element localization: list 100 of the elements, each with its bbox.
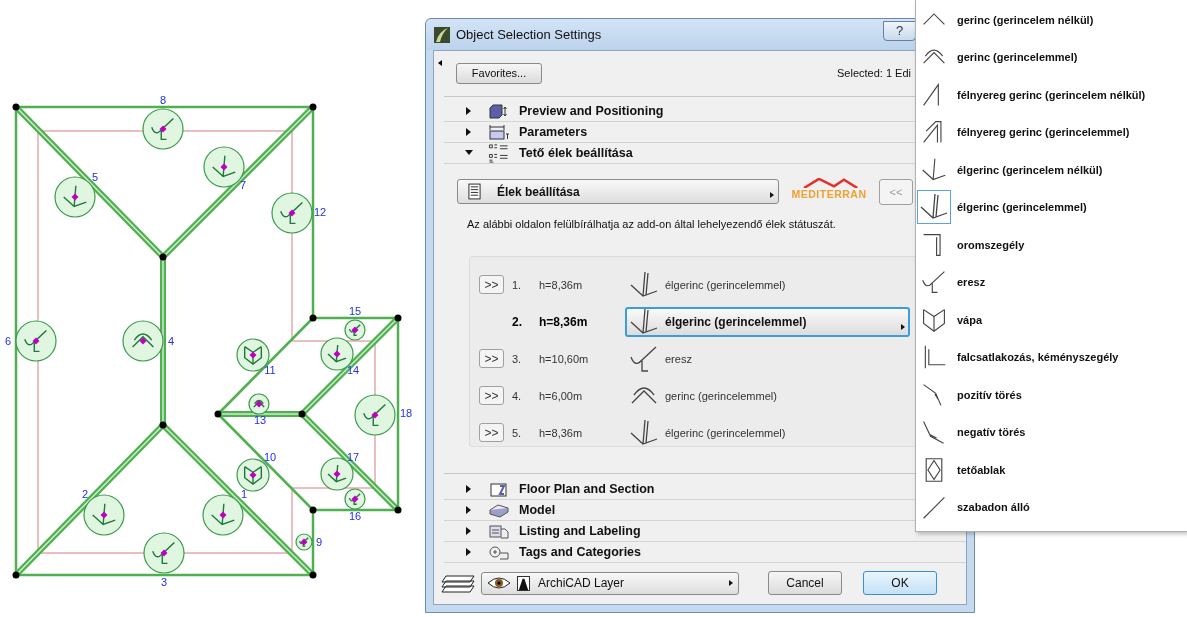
edge-number: 14 (346, 364, 360, 376)
section-header[interactable]: Model (519, 503, 556, 517)
height-value: h=8,36m (539, 314, 589, 329)
edge-number: 11 (264, 364, 276, 376)
model-icon (488, 502, 510, 518)
cube-icon (488, 103, 510, 119)
collapse-triangle-icon[interactable] (465, 149, 473, 157)
caret-icon (901, 323, 905, 330)
edge-type-label: eresz (665, 352, 692, 365)
edge-number: 9 (315, 536, 323, 548)
expand-triangle-icon[interactable] (465, 548, 473, 556)
expand-triangle-icon[interactable] (465, 128, 473, 136)
layer-icon (517, 575, 530, 591)
edge-marker-icon[interactable] (248, 393, 270, 415)
edge-number: 4 (167, 335, 175, 347)
selection-info: Selected: 1 Edi (837, 67, 911, 79)
section-header[interactable]: Parameters (519, 125, 588, 139)
edge-number: 7 (239, 179, 247, 191)
row-number: 5. (512, 426, 523, 439)
edge-type-dropdown[interactable]: élgerinc (gerincelemmel) (625, 306, 910, 337)
edge-number: 8 (159, 94, 167, 106)
edge-marker-icon[interactable] (142, 108, 184, 150)
edge-marker-icon[interactable] (344, 319, 366, 341)
jump-button[interactable]: >> (479, 275, 504, 294)
listing-icon (488, 523, 510, 539)
edge-number: 13 (253, 414, 267, 426)
menu-item[interactable]: élgerinc (gerincelem nélkül) (916, 151, 1187, 189)
caret-icon (770, 192, 774, 198)
menu-item[interactable]: oromszegély (916, 226, 1187, 264)
floor-plan-icon (488, 481, 510, 497)
edge-number: 12 (313, 206, 327, 218)
edge-marker-icon[interactable] (344, 488, 366, 510)
expand-triangle-icon[interactable] (465, 107, 473, 115)
edge-number: 16 (348, 510, 362, 522)
edge-number: 2 (81, 488, 89, 500)
section-header[interactable]: Floor Plan and Section (519, 482, 655, 496)
page-dropdown[interactable]: Élek beállítása (457, 179, 779, 204)
menu-item[interactable]: gerinc (gerincelem nélkül) (916, 1, 1187, 39)
favorites-button[interactable]: Favorites... (456, 62, 542, 84)
menu-item[interactable]: félnyereg gerinc (gerincelem nélkül) (916, 76, 1187, 114)
list-icon (468, 183, 481, 200)
section-header[interactable]: Preview and Positioning (519, 104, 664, 118)
edge-marker-icon[interactable] (354, 394, 396, 436)
section-header[interactable]: Listing and Labeling (519, 524, 641, 538)
menu-item[interactable]: félnyereg gerinc (gerincelemmel) (916, 113, 1187, 151)
menu-item[interactable]: vápa (916, 301, 1187, 339)
edge-number: 1 (240, 488, 248, 500)
edge-type-label: élgerinc (gerincelemmel) (665, 426, 786, 439)
window-title: Object Selection Settings (456, 27, 602, 42)
edge-number: 18 (399, 407, 413, 419)
edge-marker-icon[interactable] (203, 146, 245, 188)
menu-item[interactable]: gerinc (gerincelemmel) (916, 38, 1187, 76)
help-button[interactable]: ? (883, 20, 916, 41)
eye-icon (487, 576, 511, 590)
edge-marker-icon[interactable] (15, 320, 57, 362)
menu-item[interactable]: negatív törés (916, 413, 1187, 451)
row-number: 1. (512, 278, 523, 291)
edge-marker-icon[interactable] (295, 533, 313, 551)
edge-type-label: élgerinc (gerincelemmel) (665, 278, 786, 291)
menu-item[interactable]: élgerinc (gerincelemmel) (916, 188, 1187, 226)
jump-button[interactable]: >> (479, 423, 504, 442)
expand-triangle-icon[interactable] (465, 485, 473, 493)
layers-icon (440, 572, 476, 594)
menu-item[interactable]: falcsatlakozás, kéményszegély (916, 338, 1187, 376)
jump-button[interactable]: >> (479, 349, 504, 368)
menu-item[interactable]: pozitív törés (916, 376, 1187, 414)
expand-triangle-icon[interactable] (465, 527, 473, 535)
tag-icon (488, 544, 510, 560)
collapse-arrow-icon[interactable] (438, 60, 442, 66)
edge-list-icon (488, 142, 510, 164)
height-value: h=10,60m (539, 352, 590, 365)
height-value: h=6,00m (539, 389, 584, 402)
edge-number: 17 (346, 451, 360, 463)
menu-item[interactable]: eresz (916, 263, 1187, 301)
edge-type-label: gerinc (gerincelemmel) (665, 389, 777, 402)
edge-marker-icon[interactable] (271, 192, 313, 234)
cancel-button[interactable]: Cancel (768, 571, 842, 595)
section-header[interactable]: Tags and Categories (519, 545, 642, 559)
app-icon (434, 26, 450, 43)
edge-number: 5 (91, 171, 99, 183)
menu-item[interactable]: szabadon álló (916, 488, 1187, 526)
expand-triangle-icon[interactable] (465, 506, 473, 514)
edge-marker-icon[interactable] (122, 320, 164, 362)
row-number: 4. (512, 389, 523, 402)
edge-marker-icon[interactable] (143, 532, 185, 574)
ok-button[interactable]: OK (863, 571, 937, 595)
menu-item[interactable]: tetőablak (916, 451, 1187, 489)
edge-number: 3 (160, 576, 168, 588)
caret-icon (729, 580, 733, 586)
parameters-icon (488, 124, 510, 140)
jump-button[interactable]: >> (479, 386, 504, 405)
row-number: 3. (512, 352, 523, 365)
edge-number: 15 (348, 305, 362, 317)
brand-logo: MEDITERRAN (789, 178, 869, 205)
edge-marker-icon[interactable] (202, 494, 244, 536)
description-text: Az alábbi oldalon felülbírálhatja az add-on által lehelyezendő élek státuszát. (467, 218, 837, 232)
edge-number: 6 (4, 335, 12, 347)
row-number: 2. (512, 314, 523, 329)
layer-dropdown[interactable]: ArchiCAD Layer (481, 571, 739, 595)
section-header[interactable]: Tető élek beállítása (519, 146, 633, 160)
